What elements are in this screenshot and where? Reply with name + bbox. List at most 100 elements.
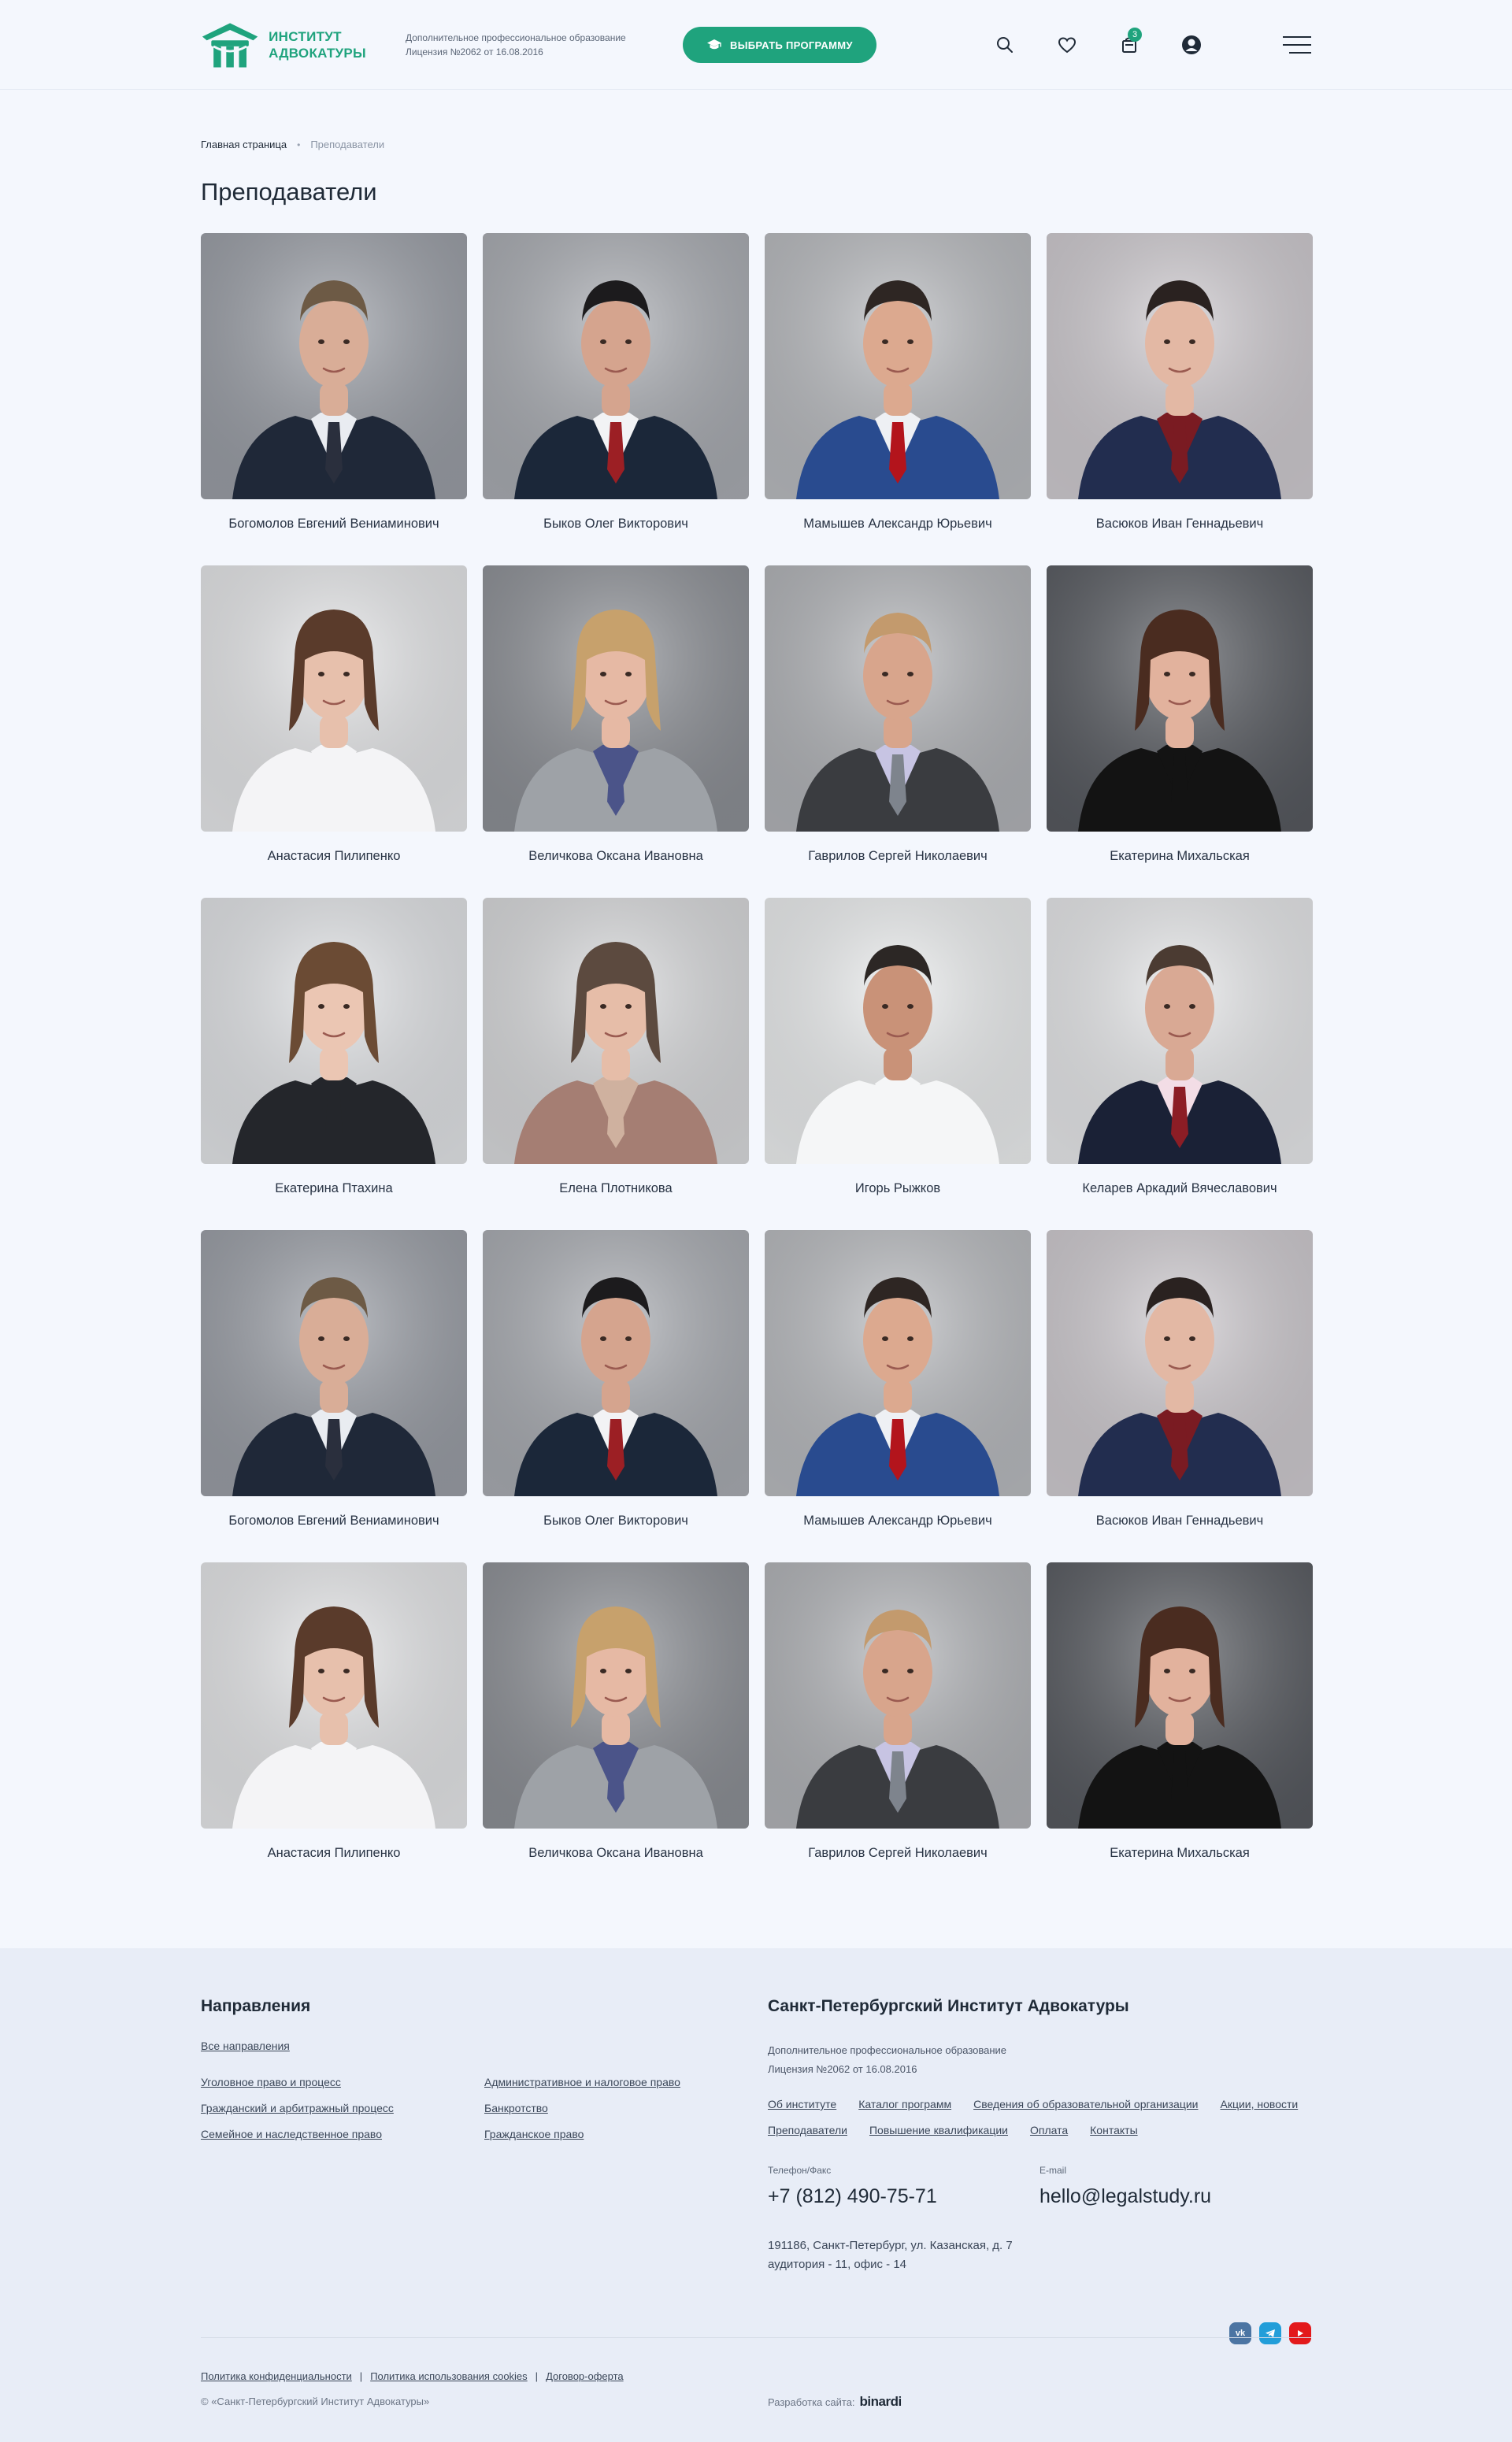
teacher-name[interactable]: Быков Олег Викторович xyxy=(483,1514,749,1529)
teacher-card[interactable]: Быков Олег Викторович xyxy=(483,233,749,565)
footer-direction-link[interactable]: Банкротство xyxy=(484,2102,736,2114)
teacher-card[interactable]: Анастасия Пилипенко xyxy=(201,565,467,898)
teacher-photo[interactable] xyxy=(201,898,467,1164)
legal-separator: | xyxy=(535,2370,539,2382)
teacher-photo[interactable] xyxy=(765,1562,1031,1829)
footer-direction-link[interactable]: Семейное и наследственное право xyxy=(201,2128,484,2140)
teacher-card[interactable]: Васюков Иван Геннадьевич xyxy=(1047,1230,1313,1562)
footer-nav-link[interactable]: Каталог программ xyxy=(858,2098,951,2110)
teacher-photo[interactable] xyxy=(201,233,467,499)
teacher-name[interactable]: Мамышев Александр Юрьевич xyxy=(765,1514,1031,1529)
footer-phone[interactable]: +7 (812) 490-75-71 xyxy=(768,2185,1040,2208)
teacher-card[interactable]: Игорь Рыжков xyxy=(765,898,1031,1230)
footer-nav-link[interactable]: Акции, новости xyxy=(1221,2098,1299,2110)
copyright: © «Санкт-Петербургский Институт Адвокату… xyxy=(201,2396,430,2407)
developer-logo[interactable]: binardi xyxy=(860,2394,902,2410)
telegram-icon[interactable] xyxy=(1259,2322,1281,2344)
footer-direction-link[interactable]: Уголовное право и процесс xyxy=(201,2076,484,2088)
user-icon xyxy=(1182,35,1201,54)
teacher-card[interactable]: Богомолов Евгений Вениаминович xyxy=(201,233,467,565)
teacher-name[interactable]: Величкова Оксана Ивановна xyxy=(483,849,749,864)
teacher-card[interactable]: Быков Олег Викторович xyxy=(483,1230,749,1562)
teacher-name[interactable]: Гаврилов Сергей Николаевич xyxy=(765,1846,1031,1861)
teacher-photo[interactable] xyxy=(765,1230,1031,1496)
teacher-photo[interactable] xyxy=(1047,565,1313,832)
teacher-photo[interactable] xyxy=(201,1562,467,1829)
account-button[interactable] xyxy=(1179,32,1204,57)
footer-nav-link[interactable]: Сведения об образовательной организации xyxy=(973,2098,1198,2110)
privacy-policy-link[interactable]: Политика конфиденциальности xyxy=(201,2370,352,2382)
footer-nav-link[interactable]: Преподаватели xyxy=(768,2124,847,2136)
teacher-photo[interactable] xyxy=(483,1230,749,1496)
teacher-photo[interactable] xyxy=(1047,898,1313,1164)
teacher-name[interactable]: Величкова Оксана Ивановна xyxy=(483,1846,749,1861)
footer-all-directions-link[interactable]: Все направления xyxy=(201,2040,752,2052)
youtube-icon[interactable] xyxy=(1289,2322,1311,2344)
teacher-name[interactable]: Богомолов Евгений Вениаминович xyxy=(201,1514,467,1529)
footer-nav-link[interactable]: Повышение квалификации xyxy=(869,2124,1008,2136)
teacher-name[interactable]: Быков Олег Викторович xyxy=(483,517,749,532)
cookies-policy-link[interactable]: Политика использования cookies xyxy=(370,2370,527,2382)
teacher-name[interactable]: Екатерина Михальская xyxy=(1047,849,1313,864)
teacher-photo[interactable] xyxy=(765,565,1031,832)
teacher-name[interactable]: Анастасия Пилипенко xyxy=(201,849,467,864)
offer-agreement-link[interactable]: Договор-оферта xyxy=(546,2370,624,2382)
teacher-card[interactable]: Мамышев Александр Юрьевич xyxy=(765,1230,1031,1562)
menu-icon[interactable] xyxy=(1283,36,1311,54)
teacher-name[interactable]: Богомолов Евгений Вениаминович xyxy=(201,517,467,532)
footer-nav-link[interactable]: Оплата xyxy=(1030,2124,1068,2136)
teacher-name[interactable]: Гаврилов Сергей Николаевич xyxy=(765,849,1031,864)
teacher-photo[interactable] xyxy=(765,233,1031,499)
teacher-name[interactable]: Келарев Аркадий Вячеславович xyxy=(1047,1181,1313,1196)
footer-direction-link[interactable]: Гражданское право xyxy=(484,2128,736,2140)
teacher-photo[interactable] xyxy=(765,898,1031,1164)
teacher-card[interactable]: Екатерина Птахина xyxy=(201,898,467,1230)
teacher-photo[interactable] xyxy=(201,565,467,832)
teacher-photo[interactable] xyxy=(1047,233,1313,499)
footer-nav-link[interactable]: Об институте xyxy=(768,2098,836,2110)
footer-direction-link[interactable]: Административное и налоговое право xyxy=(484,2076,736,2088)
teacher-card[interactable]: Мамышев Александр Юрьевич xyxy=(765,233,1031,565)
favorites-button[interactable] xyxy=(1054,32,1080,57)
teacher-name[interactable]: Екатерина Птахина xyxy=(201,1181,467,1196)
teacher-card[interactable]: Богомолов Евгений Вениаминович xyxy=(201,1230,467,1562)
teacher-name[interactable]: Мамышев Александр Юрьевич xyxy=(765,517,1031,532)
teacher-photo[interactable] xyxy=(1047,1562,1313,1829)
teacher-name[interactable]: Анастасия Пилипенко xyxy=(201,1846,467,1861)
teacher-card[interactable]: Екатерина Михальская xyxy=(1047,565,1313,898)
portrait-image xyxy=(483,233,749,499)
teacher-card[interactable]: Гаврилов Сергей Николаевич xyxy=(765,1562,1031,1895)
teacher-photo[interactable] xyxy=(201,1230,467,1496)
teacher-name[interactable]: Игорь Рыжков xyxy=(765,1181,1031,1196)
teacher-photo[interactable] xyxy=(483,1562,749,1829)
teacher-card[interactable]: Елена Плотникова xyxy=(483,898,749,1230)
teacher-card[interactable]: Екатерина Михальская xyxy=(1047,1562,1313,1895)
footer-legal-links: Политика конфиденциальности | Политика и… xyxy=(201,2370,624,2382)
footer-direction-link[interactable]: Гражданский и арбитражный процесс xyxy=(201,2102,484,2114)
teacher-name[interactable]: Екатерина Михальская xyxy=(1047,1846,1313,1861)
portrait-image xyxy=(201,1230,467,1496)
teacher-photo[interactable] xyxy=(1047,1230,1313,1496)
footer-email[interactable]: hello@legalstudy.ru xyxy=(1040,2185,1311,2208)
teacher-card[interactable]: Келарев Аркадий Вячеславович xyxy=(1047,898,1313,1230)
teacher-card[interactable]: Величкова Оксана Ивановна xyxy=(483,1562,749,1895)
breadcrumb-home[interactable]: Главная страница xyxy=(201,139,287,150)
teacher-card[interactable]: Величкова Оксана Ивановна xyxy=(483,565,749,898)
teacher-photo[interactable] xyxy=(483,898,749,1164)
teacher-name[interactable]: Васюков Иван Геннадьевич xyxy=(1047,1514,1313,1529)
search-button[interactable] xyxy=(992,32,1017,57)
footer-nav: Об институте Каталог программ Сведения об … xyxy=(768,2098,1319,2136)
logo[interactable]: ИНСТИТУТ АДВОКАТУРЫ xyxy=(201,19,366,71)
vk-icon[interactable]: vk xyxy=(1229,2322,1251,2344)
teacher-name[interactable]: Васюков Иван Геннадьевич xyxy=(1047,517,1313,532)
cart-button[interactable]: 3 xyxy=(1117,28,1142,57)
portrait-image xyxy=(765,233,1031,499)
teacher-photo[interactable] xyxy=(483,565,749,832)
choose-program-button[interactable]: ВЫБРАТЬ ПРОГРАММУ xyxy=(683,27,876,63)
teacher-photo[interactable] xyxy=(483,233,749,499)
footer-nav-link[interactable]: Контакты xyxy=(1090,2124,1137,2136)
teacher-card[interactable]: Гаврилов Сергей Николаевич xyxy=(765,565,1031,898)
teacher-card[interactable]: Анастасия Пилипенко xyxy=(201,1562,467,1895)
teacher-name[interactable]: Елена Плотникова xyxy=(483,1181,749,1196)
teacher-card[interactable]: Васюков Иван Геннадьевич xyxy=(1047,233,1313,565)
